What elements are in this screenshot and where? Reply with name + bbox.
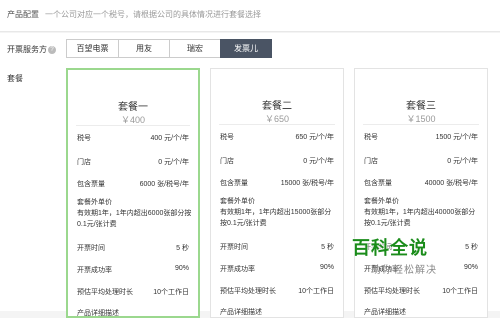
plan-card-2[interactable]: 套餐二 ￥650 税号 650 元/个/年 门店 0 元/个/年 包含票量 15000… xyxy=(210,68,344,318)
plan-name: 套餐一 xyxy=(118,102,148,113)
page-description: 一个公司对应一个税号，请根据公司的具体情况进行套餐选择 xyxy=(45,10,261,19)
extra-text: 有效期1年，1年内超出40000张部分按0.1元/张计费 xyxy=(364,209,476,227)
divider xyxy=(76,125,190,126)
help-icon[interactable]: ? xyxy=(48,45,56,54)
page-title: 产品配置 xyxy=(7,10,39,19)
tab-fapiaoer[interactable]: 发票儿 xyxy=(220,39,272,58)
plan-card-3[interactable]: 套餐三 ￥1500 税号 1500 元/个/年 门店 0 元/个/年 包含票量 400… xyxy=(354,68,488,318)
tab-yonyou[interactable]: 用友 xyxy=(118,39,170,58)
extra-price-block: 套餐外单价 有效期1年，1年内超出40000张部分按0.1元/张计费 xyxy=(364,196,481,229)
extra-price-block: 套餐外单价 有效期1年，1年内超出6000张部分按0.1元/张计费 xyxy=(77,197,192,230)
extra-title: 套餐外单价 xyxy=(220,198,255,205)
extra-text: 有效期1年，1年内超出6000张部分按0.1元/张计费 xyxy=(77,210,192,228)
page-header: 产品配置 一个公司对应一个税号，请根据公司的具体情况进行套餐选择 xyxy=(0,0,500,32)
watermark-logo: 百科全说 助你轻松解决 xyxy=(352,234,472,276)
plans-label: 套餐 xyxy=(7,74,23,83)
plan-name: 套餐三 xyxy=(406,101,436,112)
plan-card-1[interactable]: 套餐一 ￥400 税号 400 元/个/年 门店 0 元/个/年 包含票量 6000 … xyxy=(66,68,200,318)
tab-baiwang[interactable]: 百望电票 xyxy=(66,39,119,58)
extra-title: 套餐外单价 xyxy=(364,198,399,205)
plan-name: 套餐二 xyxy=(262,101,292,112)
extra-price-block: 套餐外单价 有效期1年，1年内超出15000张部分按0.1元/张计费 xyxy=(220,196,337,229)
service-label-row: 开票服务方? xyxy=(7,44,56,55)
service-tabs: 百望电票 用友 瑞宏 发票儿 xyxy=(66,39,272,58)
watermark-title: 百科全说 xyxy=(352,238,428,258)
divider xyxy=(219,124,335,125)
watermark-subtitle: 助你轻松解决 xyxy=(371,265,437,276)
divider xyxy=(363,124,479,125)
service-label: 开票服务方 xyxy=(7,45,47,54)
extra-title: 套餐外单价 xyxy=(77,199,112,206)
extra-text: 有效期1年，1年内超出15000张部分按0.1元/张计费 xyxy=(220,209,332,227)
tab-ruihong[interactable]: 瑞宏 xyxy=(169,39,221,58)
